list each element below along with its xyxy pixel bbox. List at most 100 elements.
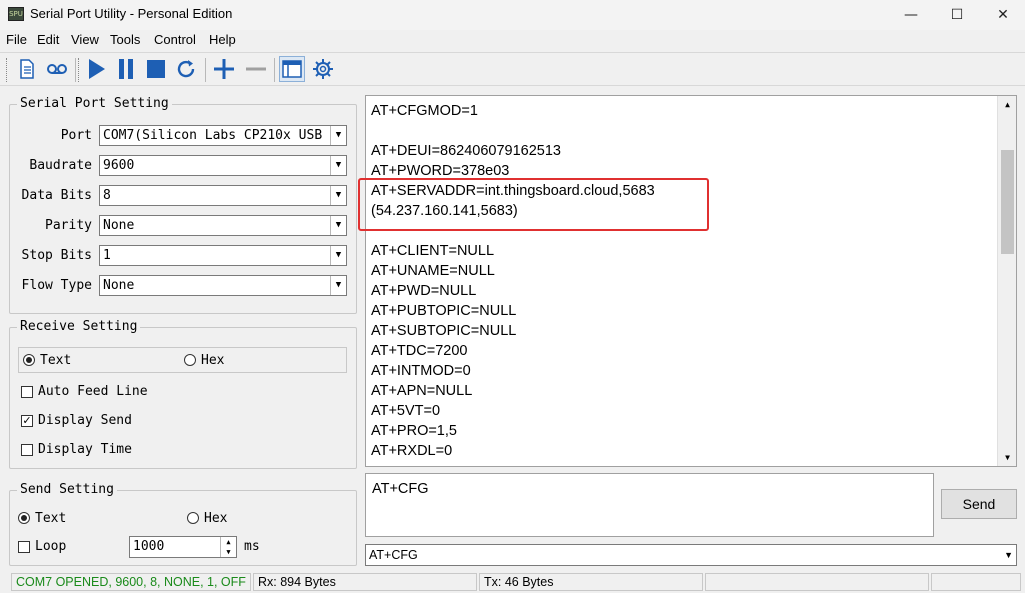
menu-view[interactable]: View <box>71 32 99 47</box>
toolbar-grip <box>78 58 80 82</box>
flowtype-label: Flow Type <box>21 278 92 293</box>
receive-text-label: Text <box>40 353 72 368</box>
document-icon[interactable] <box>14 56 40 82</box>
interval-unit: ms <box>244 539 260 554</box>
minus-icon[interactable] <box>243 56 269 82</box>
refresh-icon[interactable] <box>173 56 199 82</box>
output-scrollbar[interactable]: ▲ ▼ <box>997 96 1016 466</box>
send-hex-label: Hex <box>204 511 228 526</box>
menu-bar: File Edit View Tools Control Help <box>0 30 1025 50</box>
status-cell-empty <box>931 573 1021 591</box>
stopbits-value: 1 <box>103 248 111 263</box>
interval-stepper[interactable]: 1000 ▲ ▼ <box>129 536 237 558</box>
receive-hex-label: Hex <box>201 353 225 368</box>
port-select[interactable]: COM7(Silicon Labs CP210x USB ▼ <box>99 125 347 146</box>
tape-icon[interactable] <box>44 56 70 82</box>
play-icon[interactable] <box>83 56 109 82</box>
output-line: AT+UNAME=NULL <box>371 263 495 279</box>
output-line: AT+PWORD=378e03 <box>371 163 510 179</box>
menu-tools[interactable]: Tools <box>110 32 140 47</box>
display-time-label: Display Time <box>38 442 132 457</box>
output-line: AT+PRO=1,5 <box>371 423 457 439</box>
highlight-box <box>358 178 709 231</box>
send-setting-title: Send Setting <box>17 482 117 497</box>
stop-icon[interactable] <box>143 56 169 82</box>
output-line: AT+APN=NULL <box>371 383 473 399</box>
window-icon[interactable] <box>279 56 305 82</box>
send-button[interactable]: Send <box>941 489 1017 519</box>
chevron-down-icon[interactable]: ▼ <box>1004 545 1013 565</box>
tx-count: Tx: 46 Bytes <box>479 573 703 591</box>
stepper-down-icon[interactable]: ▼ <box>220 547 236 557</box>
output-line: AT+RXDL=0 <box>371 443 453 459</box>
minimize-button[interactable]: — <box>888 0 934 30</box>
pause-icon[interactable] <box>113 56 139 82</box>
flowtype-select[interactable]: None ▼ <box>99 275 347 296</box>
close-button[interactable]: ✕ <box>980 0 1025 30</box>
send-text-radio[interactable] <box>18 512 30 524</box>
display-send-label: Display Send <box>38 413 132 428</box>
menu-file[interactable]: File <box>6 32 27 47</box>
databits-select[interactable]: 8 ▼ <box>99 185 347 206</box>
send-input[interactable]: AT+CFG <box>365 473 934 537</box>
scroll-up-icon[interactable]: ▲ <box>998 96 1017 113</box>
connection-status: COM7 OPENED, 9600, 8, NONE, 1, OFF <box>11 573 251 591</box>
chevron-down-icon[interactable]: ▼ <box>330 156 346 175</box>
display-time-checkbox[interactable] <box>21 444 33 456</box>
interval-value: 1000 <box>133 539 165 554</box>
chevron-down-icon[interactable]: ▼ <box>330 126 346 145</box>
status-cell-empty <box>705 573 929 591</box>
send-input-value: AT+CFG <box>372 481 429 497</box>
output-line: AT+PUBTOPIC=NULL <box>371 303 517 319</box>
loop-checkbox[interactable] <box>18 541 30 553</box>
toolbar-separator <box>75 58 76 82</box>
toolbar-separator <box>205 58 206 82</box>
auto-feed-line-label: Auto Feed Line <box>38 384 148 399</box>
output-line: AT+CFGMOD=1 <box>371 103 478 119</box>
chevron-down-icon[interactable]: ▼ <box>330 216 346 235</box>
auto-feed-line-checkbox[interactable] <box>21 386 33 398</box>
output-line: AT+DEUI=862406079162513 <box>371 143 561 159</box>
stepper-up-icon[interactable]: ▲ <box>220 537 236 547</box>
chevron-down-icon[interactable]: ▼ <box>330 276 346 295</box>
port-label: Port <box>60 128 92 143</box>
parity-select[interactable]: None ▼ <box>99 215 347 236</box>
serial-port-setting-title: Serial Port Setting <box>17 96 172 111</box>
toolbar-separator <box>274 58 275 82</box>
output-line: AT+TDC=7200 <box>371 343 468 359</box>
loop-label: Loop <box>35 539 67 554</box>
display-send-checkbox[interactable]: ✓ <box>21 415 33 427</box>
receive-setting-title: Receive Setting <box>17 319 141 334</box>
scroll-thumb[interactable] <box>1001 150 1014 254</box>
app-icon: SPU <box>8 7 24 21</box>
history-select[interactable]: AT+CFG ▼ <box>365 544 1017 566</box>
stopbits-select[interactable]: 1 ▼ <box>99 245 347 266</box>
databits-label: Data Bits <box>21 188 92 203</box>
parity-value: None <box>103 218 135 233</box>
databits-value: 8 <box>103 188 111 203</box>
chevron-down-icon[interactable]: ▼ <box>330 246 346 265</box>
gear-icon[interactable] <box>310 56 336 82</box>
plus-icon[interactable] <box>211 56 237 82</box>
baudrate-select[interactable]: 9600 ▼ <box>99 155 347 176</box>
toolbar-grip <box>6 58 8 82</box>
menu-control[interactable]: Control <box>154 32 196 47</box>
output-line: AT+SUBTOPIC=NULL <box>371 323 517 339</box>
send-text-label: Text <box>35 511 67 526</box>
menu-edit[interactable]: Edit <box>37 32 59 47</box>
scroll-down-icon[interactable]: ▼ <box>998 449 1017 466</box>
parity-label: Parity <box>45 218 92 233</box>
chevron-down-icon[interactable]: ▼ <box>330 186 346 205</box>
history-value: AT+CFG <box>369 548 418 562</box>
menu-help[interactable]: Help <box>209 32 236 47</box>
output-line: AT+5VT=0 <box>371 403 441 419</box>
flowtype-value: None <box>103 278 135 293</box>
send-hex-radio[interactable] <box>187 512 199 524</box>
receive-text-radio[interactable] <box>23 354 35 366</box>
output-line: AT+PWD=NULL <box>371 283 477 299</box>
maximize-button[interactable]: ☐ <box>934 0 980 30</box>
rx-count: Rx: 894 Bytes <box>253 573 477 591</box>
baudrate-label: Baudrate <box>29 158 92 173</box>
port-value: COM7(Silicon Labs CP210x USB <box>103 128 323 143</box>
receive-hex-radio[interactable] <box>184 354 196 366</box>
